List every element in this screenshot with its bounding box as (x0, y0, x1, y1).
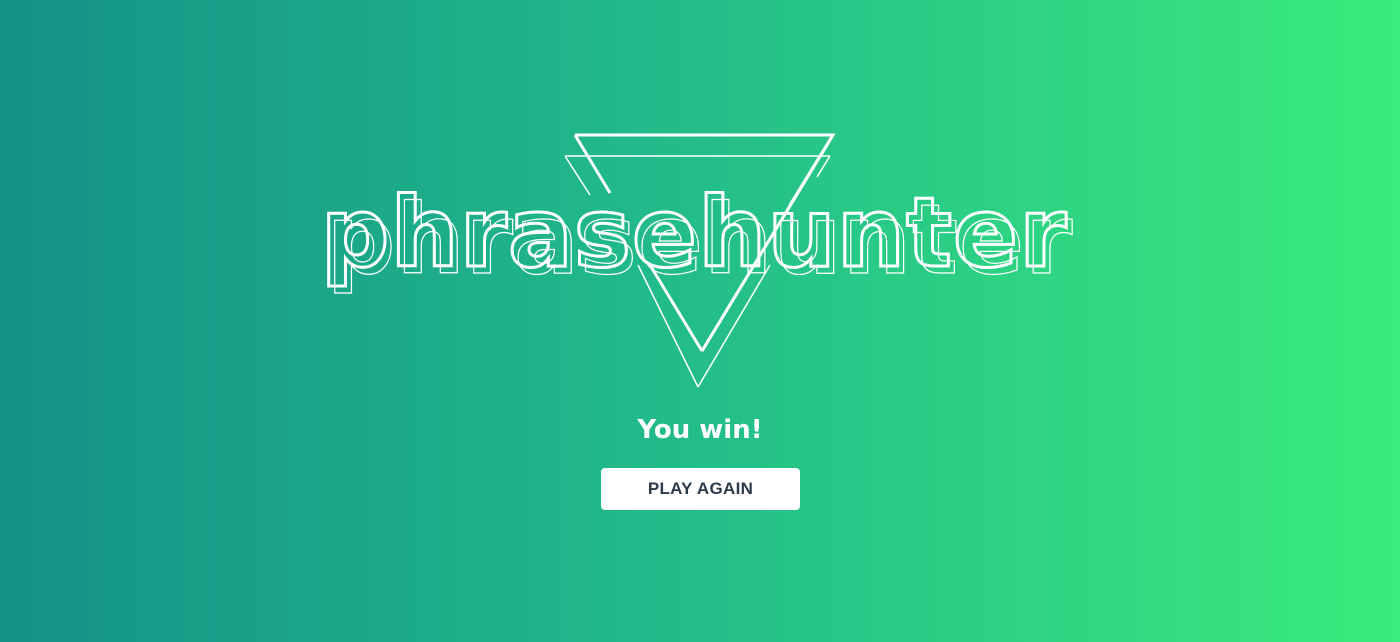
win-message: You win! (637, 415, 763, 445)
logo-text: phrasehunter (321, 177, 1068, 289)
logo: phrasehunter phrasehunter (320, 125, 1080, 395)
play-again-button[interactable]: PLAY AGAIN (601, 468, 800, 510)
game-overlay: phrasehunter phrasehunter You win! PLAY … (0, 0, 1400, 642)
triangle-outline-icon: phrasehunter phrasehunter (320, 133, 1073, 388)
